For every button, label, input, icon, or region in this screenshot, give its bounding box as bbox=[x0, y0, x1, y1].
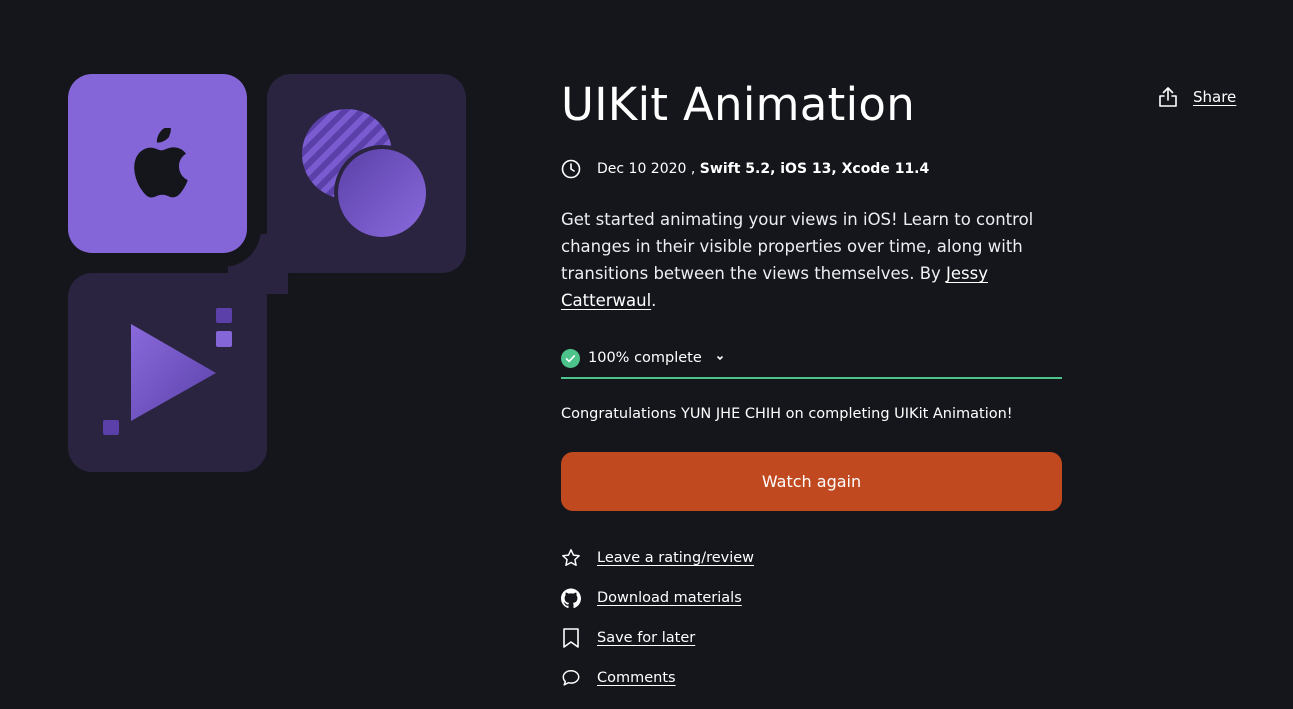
save-for-later-link[interactable]: Save for later bbox=[561, 618, 754, 658]
course-meta: Dec 10 2020 , Swift 5.2, iOS 13, Xcode 1… bbox=[561, 159, 929, 179]
progress-dropdown[interactable]: 100% complete bbox=[561, 344, 1062, 379]
watch-again-button[interactable]: Watch again bbox=[561, 452, 1062, 511]
share-button[interactable]: Share bbox=[1157, 86, 1236, 108]
clock-icon bbox=[561, 159, 581, 179]
chevron-down-icon bbox=[716, 356, 723, 360]
share-icon bbox=[1159, 87, 1177, 107]
overlapping-circles-icon bbox=[302, 109, 430, 241]
comments-link[interactable]: Comments bbox=[561, 658, 754, 698]
comments-label: Comments bbox=[597, 670, 676, 686]
course-tech: Swift 5.2, iOS 13, Xcode 11.4 bbox=[699, 161, 930, 177]
star-icon bbox=[562, 549, 580, 566]
github-icon bbox=[561, 588, 581, 608]
apple-tile bbox=[68, 74, 247, 253]
leave-rating-link[interactable]: Leave a rating/review bbox=[561, 538, 754, 578]
play-icon bbox=[103, 308, 232, 435]
course-title: UIKit Animation bbox=[561, 78, 916, 131]
download-materials-link[interactable]: Download materials bbox=[561, 578, 754, 618]
download-materials-label: Download materials bbox=[597, 590, 742, 606]
progress-label: 100% complete bbox=[588, 350, 702, 366]
course-artwork bbox=[68, 74, 466, 472]
course-actions: Leave a rating/review Download materials… bbox=[561, 538, 754, 698]
play-tile bbox=[68, 273, 267, 472]
course-date: Dec 10 2020 bbox=[597, 161, 687, 177]
progress-fill bbox=[561, 377, 1062, 379]
course-page: UIKit Animation Share Dec 10 2020 , Swif… bbox=[0, 0, 1293, 709]
save-for-later-label: Save for later bbox=[597, 630, 696, 646]
circles-tile bbox=[267, 74, 466, 273]
comment-icon bbox=[562, 670, 580, 686]
apple-logo-icon bbox=[133, 127, 188, 198]
bookmark-icon bbox=[563, 628, 579, 648]
congrats-message: Congratulations YUN JHE CHIH on completi… bbox=[561, 406, 1013, 422]
progress-bar bbox=[561, 377, 1062, 379]
share-label: Share bbox=[1193, 88, 1237, 106]
course-description: Get started animating your views in iOS!… bbox=[561, 210, 1034, 310]
leave-rating-label: Leave a rating/review bbox=[597, 550, 755, 566]
check-circle-icon bbox=[561, 348, 580, 368]
